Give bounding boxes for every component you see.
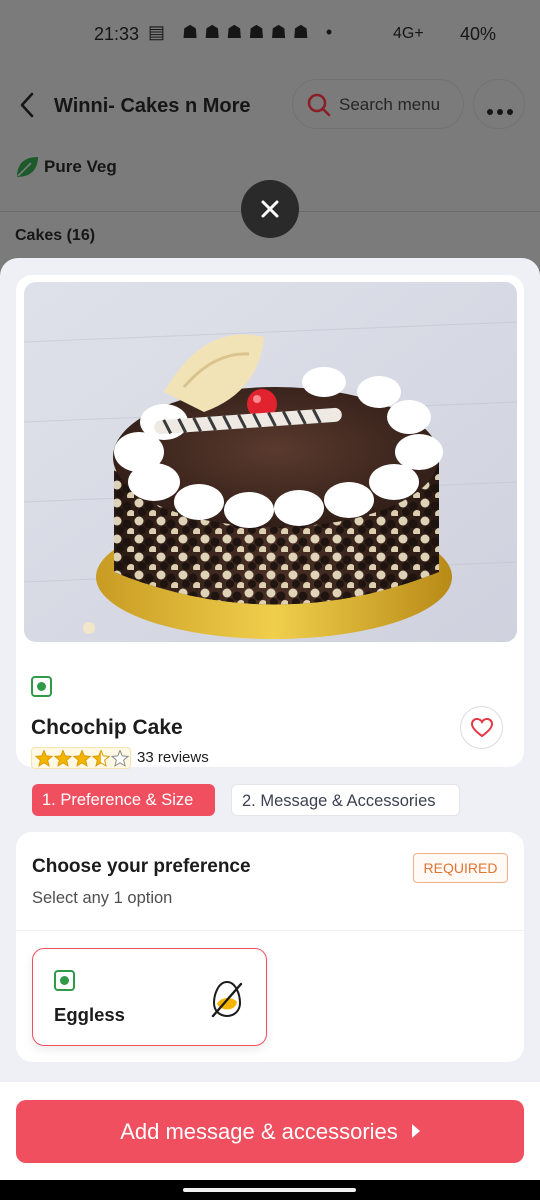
no-egg-icon: [210, 979, 244, 1019]
search-label: Search menu: [339, 95, 441, 114]
search-menu-button[interactable]: Search menu: [292, 79, 464, 129]
more-options-button[interactable]: [473, 79, 525, 129]
tab-message-accessories[interactable]: 2. Message & Accessories: [231, 784, 460, 816]
caret-right-icon: [411, 1124, 420, 1138]
section-heading: Cakes (16): [15, 227, 96, 244]
page-title: Winni- Cakes n More: [54, 95, 251, 117]
leaf-icon: [14, 154, 40, 180]
pure-veg-label: Pure Veg: [44, 157, 117, 176]
heart-icon: [470, 717, 494, 738]
tab-preference-size[interactable]: 1. Preference & Size: [32, 784, 215, 816]
star-icon: [35, 750, 54, 767]
more-dots-icon: [487, 102, 513, 115]
product-name: Chcochip Cake: [31, 716, 183, 739]
notification-icons: ▤ ☗☗☗☗☗☗ •: [148, 22, 339, 42]
product-image: [24, 282, 517, 642]
star-icon: [72, 750, 92, 767]
preference-card: Choose your preference Select any 1 opti…: [16, 832, 524, 1062]
preference-title: Choose your preference: [32, 856, 251, 877]
status-time: 21:33: [94, 24, 140, 44]
reviews-count: 33 reviews: [137, 749, 209, 766]
option-label: Eggless: [54, 1004, 125, 1025]
close-icon: [260, 199, 280, 219]
back-arrow-icon[interactable]: [14, 90, 42, 120]
cta-label: Add message & accessories: [120, 1119, 398, 1144]
veg-indicator-icon: [54, 970, 75, 991]
preference-subtitle: Select any 1 option: [32, 889, 173, 907]
battery-level: 40%: [460, 24, 497, 44]
divider: [16, 930, 524, 931]
add-message-accessories-button[interactable]: Add message & accessories: [16, 1100, 524, 1163]
product-card: Chcochip Cake 33 reviews: [16, 275, 524, 769]
rating-stars: [31, 747, 131, 769]
network-indicator: 4G+: [393, 25, 424, 42]
status-bar: 21:33 ▤ ☗☗☗☗☗☗ • 4G+ 40%: [0, 0, 540, 66]
home-indicator[interactable]: [183, 1188, 356, 1192]
star-icon: [110, 750, 130, 767]
system-nav-bar: [0, 1180, 540, 1200]
close-sheet-button[interactable]: [241, 180, 299, 238]
star-icon: [53, 750, 73, 767]
product-sheet: Chcochip Cake 33 reviews 1. Preference &…: [0, 258, 540, 1200]
search-icon: [307, 93, 331, 117]
option-eggless[interactable]: Eggless: [32, 948, 267, 1046]
veg-indicator-icon: [31, 676, 52, 697]
star-icon: [91, 750, 111, 767]
required-badge: REQUIRED: [413, 853, 508, 883]
wishlist-button[interactable]: [460, 706, 503, 749]
